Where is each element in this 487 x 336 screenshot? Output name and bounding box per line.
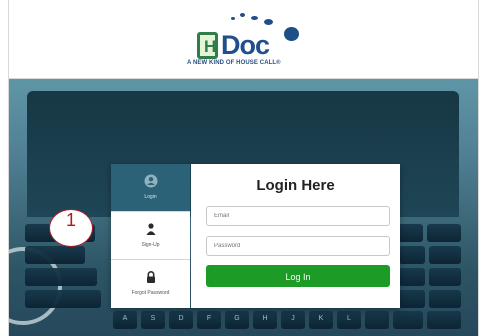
email-field[interactable] (206, 206, 390, 226)
keyboard-key-label: G (234, 315, 240, 322)
lock-icon (147, 271, 155, 283)
login-sidebar: Login Sign-Up Forgot Password (111, 164, 190, 308)
sidebar-item-login[interactable]: Login (111, 164, 190, 212)
app-frame: H Doc ® A NEW KIND OF HOUSE CALL® A S D … (8, 0, 479, 336)
logo-registered-mark: ® (288, 30, 295, 40)
login-card: Login Sign-Up Forgot Password Login Here (111, 164, 400, 308)
keyboard-key-label: L (347, 315, 351, 322)
keyboard-key-label: F (206, 315, 212, 322)
hdoc-logo[interactable]: H Doc ® A NEW KIND OF HOUSE CALL® (185, 10, 315, 72)
keyboard-key-label: H (262, 315, 268, 322)
logo-tagline: A NEW KIND OF HOUSE CALL® (187, 60, 281, 66)
keyboard-key-label: J (291, 315, 295, 322)
step-number-callout: 1 (49, 209, 93, 247)
island-icon (264, 19, 273, 25)
keyboard-key-label: A (122, 315, 128, 322)
island-icon (240, 13, 245, 17)
logo-initial: H (204, 37, 217, 56)
sidebar-item-label: Login (144, 194, 157, 200)
logo-wordmark: Doc (221, 30, 270, 60)
keyboard-key-label: S (150, 315, 156, 322)
sidebar-item-label: Forgot Password (131, 290, 170, 296)
keyboard-home-row: A S D F G H J K L (25, 311, 465, 331)
island-icon (251, 16, 258, 20)
sidebar-item-sign-up[interactable]: Sign-Up (111, 212, 190, 260)
site-header: H Doc ® A NEW KIND OF HOUSE CALL® (9, 0, 478, 79)
user-circle-icon (144, 174, 158, 188)
keyboard-key-label: K (318, 315, 324, 322)
log-in-button[interactable]: Log In (206, 265, 390, 287)
sidebar-item-label: Sign-Up (141, 242, 160, 248)
password-field[interactable] (206, 236, 390, 256)
logo-frame-icon: H (197, 32, 218, 59)
sidebar-item-forgot-password[interactable]: Forgot Password (111, 260, 190, 308)
person-icon (146, 223, 156, 235)
island-icon (231, 17, 235, 20)
keyboard-key-label: D (178, 315, 184, 322)
login-title: Login Here (256, 177, 335, 194)
login-form: Login Here Log In (191, 164, 400, 308)
